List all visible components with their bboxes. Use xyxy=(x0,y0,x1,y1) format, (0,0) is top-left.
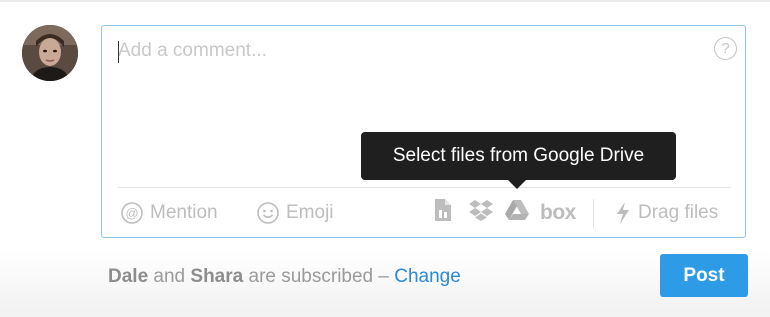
toolbar-separator xyxy=(593,199,594,229)
mention-label: Mention xyxy=(150,202,218,223)
text-caret xyxy=(118,41,119,63)
subscriber-name: Dale xyxy=(108,266,149,287)
top-divider xyxy=(0,0,770,2)
dropbox-button[interactable] xyxy=(468,188,494,238)
google-drive-tooltip: Select files from Google Drive xyxy=(361,132,676,180)
google-drive-icon xyxy=(504,198,530,228)
emoji-button[interactable]: Emoji xyxy=(256,188,334,238)
change-subscribers-link[interactable]: Change xyxy=(394,266,461,287)
avatar xyxy=(22,25,78,81)
subscription-status: Dale and Shara are subscribed – Change xyxy=(108,266,461,288)
conjunction: and xyxy=(153,266,186,287)
comment-toolbar: @ Mention Emoji box Drag files xyxy=(102,188,745,238)
dropbox-icon xyxy=(468,198,494,228)
help-icon[interactable]: ? xyxy=(714,37,737,60)
mention-button[interactable]: @ Mention xyxy=(120,188,218,238)
box-button[interactable]: box xyxy=(540,188,576,238)
smile-icon xyxy=(256,201,280,225)
attach-file-button[interactable] xyxy=(433,188,453,238)
drag-files-label: Drag files xyxy=(638,202,719,223)
tooltip-arrow xyxy=(508,180,526,189)
google-drive-button[interactable] xyxy=(504,188,530,238)
box-icon: box xyxy=(540,201,576,224)
file-icon xyxy=(433,198,453,228)
subscriber-name: Shara xyxy=(190,266,244,287)
drag-arrow-icon xyxy=(614,201,632,225)
post-button[interactable]: Post xyxy=(660,254,748,297)
emoji-label: Emoji xyxy=(286,202,334,223)
subscription-suffix: are subscribed – xyxy=(248,266,389,287)
svg-text:@: @ xyxy=(125,206,138,221)
drag-files-area[interactable]: Drag files xyxy=(614,188,718,238)
at-icon: @ xyxy=(120,201,144,225)
